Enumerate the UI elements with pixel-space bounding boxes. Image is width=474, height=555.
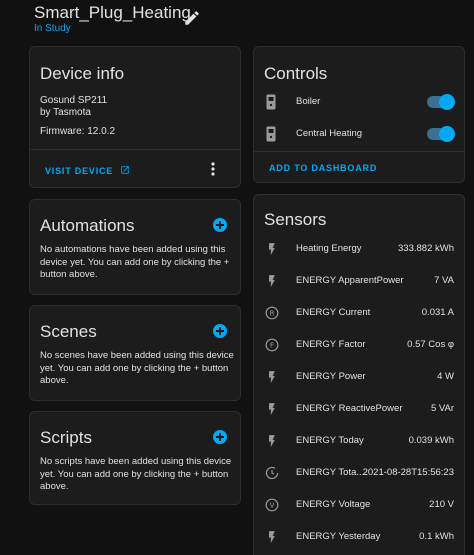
controls-card: Controls Boiler Central Heating ADD TO D… bbox=[253, 46, 465, 183]
sensors-card: Sensors Heating Energy 333.882 kWh ENERG… bbox=[253, 194, 465, 555]
svg-text:R: R bbox=[270, 310, 275, 318]
power-socket-icon bbox=[266, 94, 276, 110]
add-scene-button[interactable] bbox=[213, 324, 227, 338]
sensor-row[interactable]: ENERGY Yesterday 0.1 kWh bbox=[254, 527, 464, 547]
sensor-label: Heating Energy bbox=[296, 243, 362, 254]
sensor-label: ENERGY Voltage bbox=[296, 499, 371, 510]
flash-icon bbox=[269, 275, 275, 287]
scenes-title: Scenes bbox=[40, 322, 97, 341]
toggle-knob bbox=[439, 94, 455, 110]
edit-name-button[interactable] bbox=[183, 9, 201, 27]
device-firmware: Firmware: 12.0.2 bbox=[40, 126, 116, 137]
device-model: Gosund SP211 bbox=[40, 95, 108, 106]
scripts-card: Scripts No scripts have been added using… bbox=[29, 411, 241, 505]
controls-divider bbox=[254, 151, 464, 152]
sensor-row[interactable]: ENERGY Tota... 2021-08-28T15:56:23 bbox=[254, 463, 464, 483]
flash-icon bbox=[269, 243, 275, 255]
sensor-value: 333.882 kWh bbox=[398, 243, 454, 254]
sensor-label: ENERGY Factor bbox=[296, 339, 366, 350]
add-to-dashboard-button[interactable]: ADD TO DASHBOARD bbox=[269, 163, 377, 173]
sensor-value: 0.57 Cos φ bbox=[407, 339, 454, 350]
area-link[interactable]: In Study bbox=[34, 23, 71, 34]
sensor-label: ENERGY Today bbox=[296, 435, 364, 446]
controls-title: Controls bbox=[264, 64, 328, 83]
sensor-row[interactable]: Heating Energy 333.882 kWh bbox=[254, 239, 464, 259]
automations-title: Automations bbox=[40, 216, 135, 235]
sensor-row[interactable]: R ENERGY Current 0.031 A bbox=[254, 303, 464, 323]
flash-icon bbox=[269, 531, 275, 543]
sensor-label: ENERGY Current bbox=[296, 307, 371, 318]
automations-card: Automations No automations have been add… bbox=[29, 199, 241, 295]
sensor-row[interactable]: ENERGY Today 0.039 kWh bbox=[254, 431, 464, 451]
device-info-card: Device info Gosund SP211 by Tasmota Firm… bbox=[29, 46, 241, 188]
control-label: Boiler bbox=[296, 96, 321, 107]
open-in-new-icon bbox=[121, 166, 130, 174]
device-manufacturer: by Tasmota bbox=[40, 107, 91, 118]
sensor-label: ENERGY ReactivePower bbox=[296, 403, 403, 414]
svg-text:V: V bbox=[270, 502, 275, 510]
control-label: Central Heating bbox=[296, 128, 363, 139]
sensor-row[interactable]: ENERGY ReactivePower 5 VAr bbox=[254, 399, 464, 419]
visit-device-label: VISIT DEVICE bbox=[45, 166, 114, 176]
central-heating-toggle[interactable] bbox=[427, 126, 455, 142]
sensor-row[interactable]: ENERGY ApparentPower 7 VA bbox=[254, 271, 464, 291]
flash-icon bbox=[269, 435, 275, 447]
sensor-label: ENERGY Power bbox=[296, 371, 366, 382]
sensors-title: Sensors bbox=[264, 210, 327, 229]
scenes-card: Scenes No scenes have been added using t… bbox=[29, 305, 241, 401]
device-info-divider bbox=[30, 149, 240, 150]
dots-vertical-icon bbox=[211, 162, 215, 176]
scripts-empty-text: No scripts have been added using this de… bbox=[40, 456, 232, 492]
add-automation-button[interactable] bbox=[213, 218, 227, 232]
f-circle-icon: F bbox=[265, 338, 279, 352]
visit-device-button[interactable]: VISIT DEVICE bbox=[45, 165, 130, 176]
svg-text:F: F bbox=[270, 342, 274, 350]
sensor-label: ENERGY ApparentPower bbox=[296, 275, 404, 286]
sensor-value: 210 V bbox=[429, 499, 454, 510]
sensor-row[interactable]: V ENERGY Voltage 210 V bbox=[254, 495, 464, 515]
sensor-value: 7 VA bbox=[434, 275, 454, 286]
page-title: Smart_Plug_Heating bbox=[34, 3, 191, 22]
v-circle-icon: V bbox=[265, 498, 279, 512]
sensor-value: 5 VAr bbox=[430, 403, 454, 414]
toggle-knob bbox=[439, 126, 455, 142]
device-info-title: Device info bbox=[40, 64, 125, 83]
scripts-title: Scripts bbox=[40, 428, 92, 447]
control-row: Boiler bbox=[254, 91, 464, 113]
sensor-value: 0.039 kWh bbox=[408, 435, 454, 446]
sensor-value: 4 W bbox=[437, 371, 454, 382]
sensor-value: 2021-08-28T15:56:23 bbox=[362, 467, 454, 478]
sensor-label: ENERGY Yesterday bbox=[296, 531, 381, 542]
sensor-value: 0.1 kWh bbox=[419, 531, 454, 542]
power-socket-icon bbox=[266, 126, 276, 142]
sensor-row[interactable]: F ENERGY Factor 0.57 Cos φ bbox=[254, 335, 464, 355]
r-circle-icon: R bbox=[265, 306, 279, 320]
sensor-value: 0.031 A bbox=[421, 307, 454, 318]
control-row: Central Heating bbox=[254, 123, 464, 145]
automations-empty-text: No automations have been added using thi… bbox=[40, 244, 230, 280]
add-script-button[interactable] bbox=[213, 430, 227, 444]
flash-icon bbox=[269, 403, 275, 415]
scenes-empty-text: No scenes have been added using this dev… bbox=[40, 350, 234, 386]
sensor-row[interactable]: ENERGY Power 4 W bbox=[254, 367, 464, 387]
pencil-icon bbox=[185, 11, 199, 25]
flash-icon bbox=[269, 371, 275, 383]
more-options-button[interactable] bbox=[208, 160, 218, 178]
sensor-label: ENERGY Tota... bbox=[296, 467, 365, 478]
boiler-toggle[interactable] bbox=[427, 94, 455, 110]
clock-icon bbox=[265, 466, 279, 480]
